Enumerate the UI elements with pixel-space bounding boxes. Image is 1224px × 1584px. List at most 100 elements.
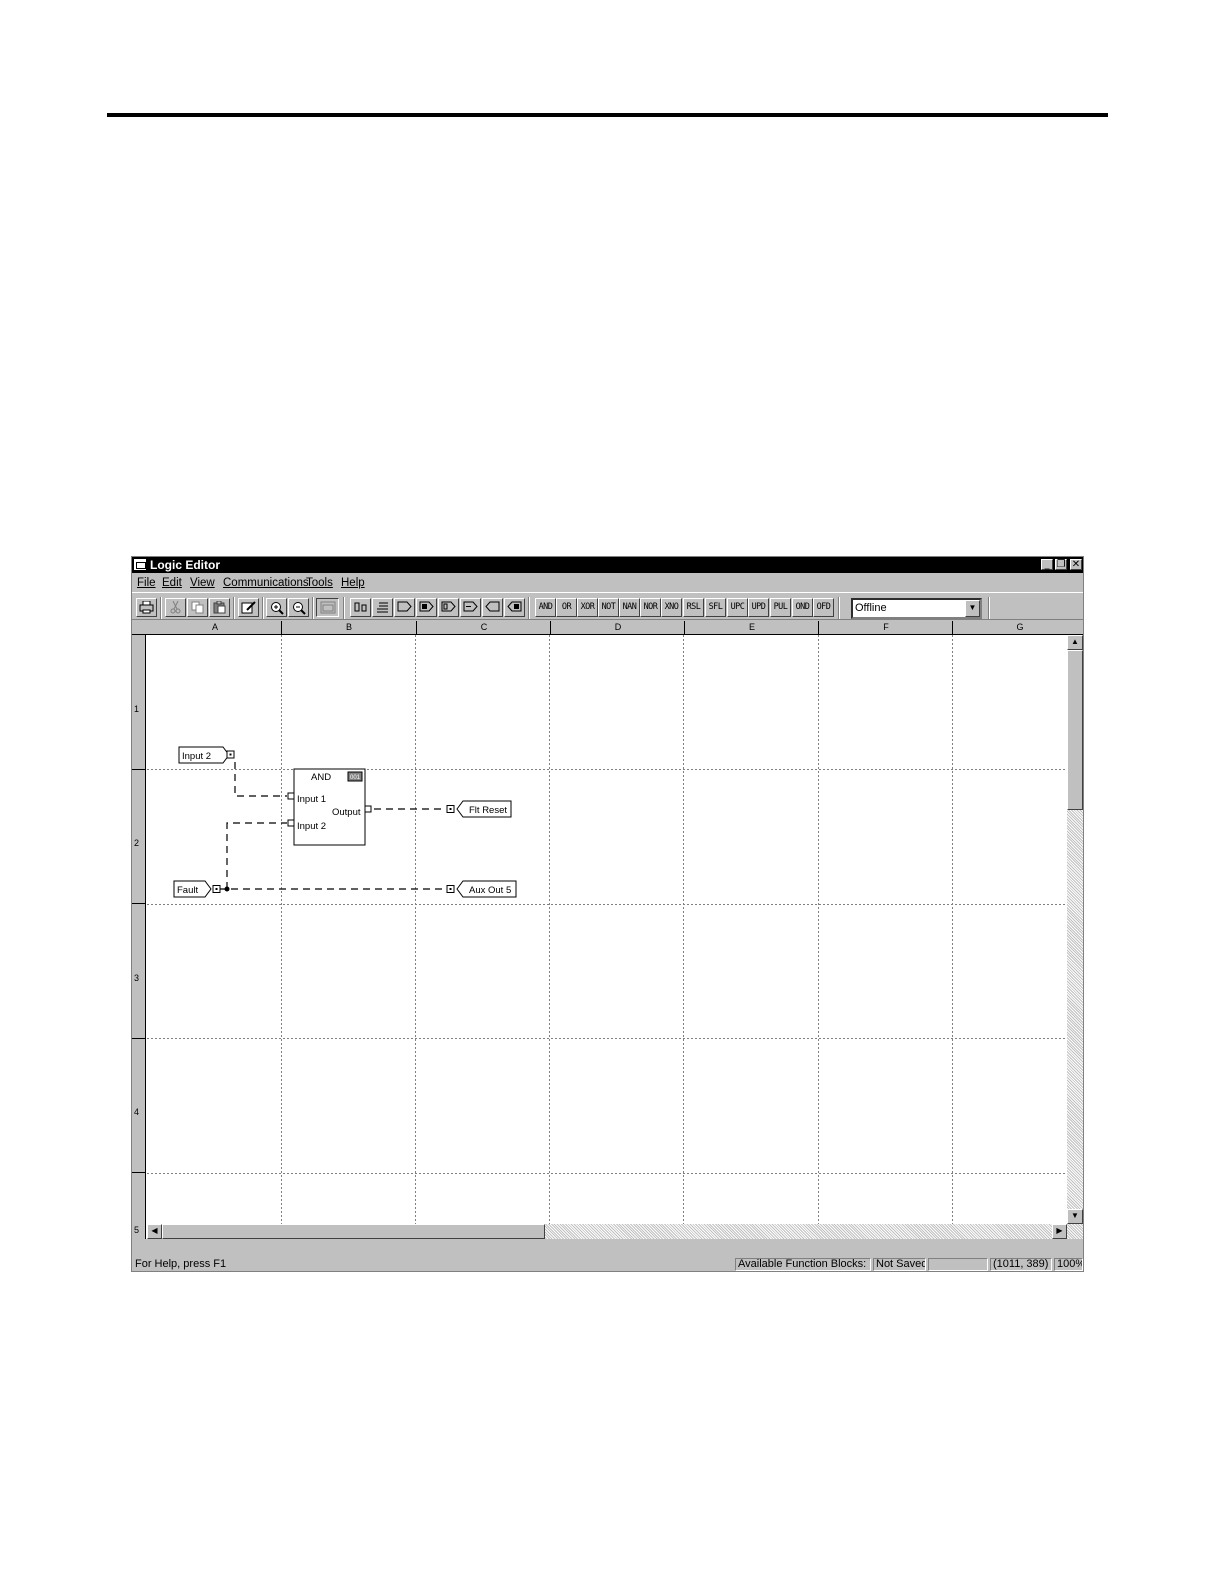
menu-tools[interactable]: Tools — [306, 577, 333, 589]
print-icon[interactable] — [136, 598, 157, 617]
toolbar-separator — [343, 597, 345, 619]
fb-nan-button[interactable]: NAN — [619, 598, 640, 617]
title-bar[interactable]: Logic Editor _ ❐ ✕ — [132, 557, 1083, 573]
left-tag-2-icon[interactable] — [504, 598, 525, 617]
mode-select[interactable]: Offline ▼ — [851, 598, 982, 619]
fb-upd-button[interactable]: UPD — [748, 598, 769, 617]
output-tag-label: Aux Out 5 — [469, 885, 511, 896]
paste-icon[interactable] — [209, 598, 230, 617]
menu-bar: File Edit View Communications Tools Help — [132, 574, 1083, 592]
wire-input2-to-input1[interactable] — [234, 762, 287, 797]
left-tag-icon[interactable] — [482, 598, 503, 617]
output-tag-flt-reset[interactable]: Flt Reset — [446, 800, 512, 818]
input-tag-label: Fault — [177, 885, 198, 896]
status-coordinates: (1011, 389) — [990, 1258, 1052, 1271]
toolbar-separator — [233, 597, 235, 619]
fb-pul-button[interactable]: PUL — [770, 598, 791, 617]
zoom-out-icon[interactable] — [288, 598, 309, 617]
toolbar-separator — [312, 597, 314, 619]
horizontal-scroll-thumb[interactable] — [162, 1224, 545, 1239]
output-tag-icon[interactable] — [438, 598, 459, 617]
scroll-down-icon[interactable]: ▼ — [1067, 1209, 1083, 1224]
fb-ond-button[interactable]: OND — [792, 598, 813, 617]
logic-sheet: A B C D E F G 1 2 3 4 5 Input 2 Fault AN… — [132, 621, 1083, 1239]
vertical-scroll-thumb[interactable] — [1067, 650, 1083, 810]
block-type-label: AND — [311, 772, 331, 783]
fb-sfl-button[interactable]: SFL — [705, 598, 726, 617]
output-pin[interactable] — [364, 805, 372, 813]
text-block-icon[interactable] — [372, 598, 393, 617]
minimize-button[interactable]: _ — [1041, 559, 1053, 570]
fb-upc-button[interactable]: UPC — [727, 598, 748, 617]
block-output-label: Output — [332, 807, 361, 818]
zoom-in-icon[interactable] — [266, 598, 287, 617]
input-tag-fault[interactable]: Fault — [173, 880, 221, 898]
input-tag-2-icon[interactable] — [416, 598, 437, 617]
horizontal-scrollbar[interactable]: ◀ ▶ — [147, 1224, 1067, 1239]
block-icon[interactable] — [350, 598, 371, 617]
and-function-block[interactable]: AND 001 Input 1 Input 2 Output — [287, 768, 372, 846]
page-rule — [107, 113, 1108, 117]
block-input-label: Input 1 — [297, 794, 326, 805]
status-saved: Not Saved — [873, 1258, 926, 1271]
fit-page-icon[interactable] — [316, 598, 339, 617]
status-empty-pane — [928, 1258, 988, 1271]
window-title: Logic Editor — [150, 558, 220, 572]
input-tag-label: Input 2 — [182, 751, 211, 762]
row-label-5: 5 — [134, 1225, 140, 1235]
junction-dot — [224, 886, 230, 892]
fb-not-button[interactable]: NOT — [598, 598, 619, 617]
fb-rsl-button[interactable]: RSL — [683, 598, 704, 617]
column-label-d: D — [614, 622, 622, 632]
fb-or-button[interactable]: OR — [556, 598, 577, 617]
row-label-3: 3 — [134, 973, 140, 983]
cut-icon[interactable] — [165, 598, 186, 617]
row-label-4: 4 — [134, 1107, 140, 1117]
toolbar-separator — [262, 597, 264, 619]
toolbar-separator — [988, 597, 990, 619]
menu-file[interactable]: File — [137, 577, 156, 589]
scroll-right-icon[interactable]: ▶ — [1052, 1224, 1067, 1239]
column-label-a: A — [211, 622, 218, 632]
status-zoom: 100% — [1054, 1258, 1083, 1271]
output-tag-aux-out[interactable]: Aux Out 5 — [446, 880, 517, 898]
menu-help[interactable]: Help — [341, 577, 365, 589]
fb-xno-button[interactable]: XNO — [661, 598, 682, 617]
fb-ofd-button[interactable]: OFD — [813, 598, 834, 617]
toolbar-separator — [528, 597, 530, 619]
output-tag-2-icon[interactable] — [460, 598, 481, 617]
toolbar: AND OR XOR NOT NAN NOR XNO RSL SFL UPC U… — [132, 592, 1083, 620]
restore-button[interactable]: ❐ — [1055, 559, 1067, 570]
row-label-2: 2 — [134, 838, 140, 848]
toolbar-separator — [160, 597, 162, 619]
grid-lines — [147, 635, 1067, 1224]
menu-edit[interactable]: Edit — [162, 577, 182, 589]
input-tag-input2[interactable]: Input 2 — [178, 746, 235, 764]
column-header: A B C D E F G — [132, 621, 1083, 635]
input-pin[interactable] — [287, 819, 295, 827]
block-number-text: 001 — [350, 775, 361, 781]
fb-nor-button[interactable]: NOR — [640, 598, 661, 617]
vertical-scrollbar[interactable]: ▲ ▼ — [1067, 635, 1083, 1239]
column-label-e: E — [748, 622, 755, 632]
wire-fault-to-input2[interactable] — [226, 822, 287, 889]
scroll-left-icon[interactable]: ◀ — [147, 1224, 162, 1239]
diagram-svg: Input 2 Fault AND 001 Input 1 Input 2 Ou… — [147, 635, 1067, 1224]
menu-communications[interactable]: Communications — [223, 577, 309, 589]
logic-canvas[interactable]: Input 2 Fault AND 001 Input 1 Input 2 Ou… — [147, 635, 1067, 1224]
status-available-blocks: Available Function Blocks: 79 — [735, 1258, 871, 1271]
block-input-label: Input 2 — [297, 821, 326, 832]
fb-xor-button[interactable]: XOR — [577, 598, 598, 617]
input-tag-icon[interactable] — [394, 598, 415, 617]
fb-and-button[interactable]: AND — [535, 598, 556, 617]
row-label-1: 1 — [134, 704, 140, 714]
status-bar: For Help, press F1 Available Function Bl… — [132, 1257, 1083, 1271]
menu-view[interactable]: View — [190, 577, 215, 589]
row-header: 1 2 3 4 5 — [132, 635, 146, 1239]
copy-icon[interactable] — [187, 598, 208, 617]
close-button[interactable]: ✕ — [1070, 559, 1082, 570]
scroll-up-icon[interactable]: ▲ — [1067, 635, 1083, 650]
properties-icon[interactable] — [238, 598, 259, 617]
input-pin[interactable] — [287, 792, 295, 800]
chevron-down-icon[interactable]: ▼ — [965, 600, 980, 617]
